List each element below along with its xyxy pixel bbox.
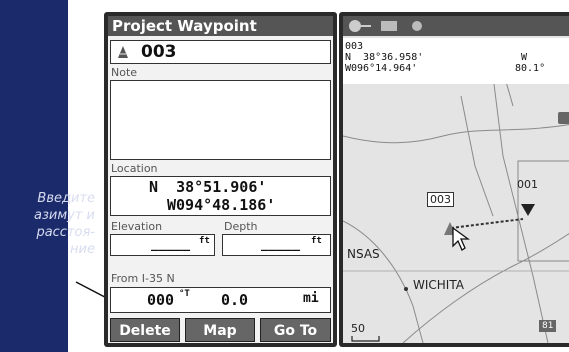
location-field[interactable]: N 38°51.906' W094°48.186' [110, 176, 331, 216]
arrow-cursor-icon [452, 226, 470, 251]
elevation-value: _____ [151, 237, 191, 252]
delete-button[interactable]: Delete [110, 318, 180, 342]
highway-shield-label: 81 [539, 320, 557, 332]
map-screen[interactable]: 003 N 38°36.958' W096°14.964' W 80.1° 00… [343, 16, 569, 343]
gps-device-right: 003 N 38°36.958' W096°14.964' W 80.1° 00… [339, 12, 569, 347]
scale-bar-icon [351, 336, 380, 342]
depth-value: _____ [261, 237, 301, 252]
map-waypoint-name: 003 [345, 41, 364, 52]
map-direction: W [521, 52, 528, 63]
map-coordinate-readout: 003 N 38°36.958' W096°14.964' W 80.1° [343, 38, 569, 84]
elevation-unit: ft [199, 236, 210, 246]
elevation-field[interactable]: _____ ft [110, 234, 215, 256]
page-title: Project Waypoint [108, 16, 333, 36]
point-flag-icon [521, 204, 535, 216]
map-latitude: N 38°36.958' [345, 52, 424, 63]
distance-value: 0.0 [221, 291, 249, 309]
callout-line-3: расстоя- [36, 225, 95, 240]
map-scale: 50 [351, 322, 381, 343]
waypoint-name: 003 [141, 42, 177, 62]
highway-shield-top-icon [558, 112, 569, 124]
location-label: Location [111, 162, 158, 175]
from-label: From I-35 N [111, 272, 175, 285]
waypoint-map-label[interactable]: 003 [427, 192, 454, 207]
callout-text: Введите азимут и расстоя- ние [0, 190, 95, 258]
map-status-bar [343, 16, 569, 36]
depth-unit: ft [311, 236, 322, 246]
map-button[interactable]: Map [185, 318, 255, 342]
latitude-value: N 38°51.906' [149, 178, 267, 196]
map-bearing: 80.1° [515, 63, 546, 74]
callout-line-1: Введите [37, 191, 95, 206]
map-longitude: W096°14.964' [345, 63, 418, 74]
depth-label: Depth [224, 220, 258, 233]
depth-field[interactable]: _____ ft [222, 234, 331, 256]
callout-line-2: азимут и [34, 208, 95, 223]
signal-icon [412, 21, 422, 31]
note-field[interactable] [110, 80, 331, 160]
gps-status-icon [349, 20, 371, 32]
goto-button[interactable]: Go To [260, 318, 331, 342]
project-waypoint-screen: Project Waypoint 003 Note Location N 38°… [108, 16, 333, 343]
state-map-label: NSAS [347, 247, 380, 261]
city-dot-icon [404, 287, 408, 291]
map-scale-value: 50 [351, 322, 365, 335]
gps-device-left: Project Waypoint 003 Note Location N 38°… [104, 12, 337, 347]
waypoint-name-field[interactable]: 003 [110, 40, 331, 64]
point-map-label: 001 [517, 178, 538, 191]
note-label: Note [111, 66, 138, 79]
bearing-unit: °T [179, 289, 190, 299]
longitude-value: W094°48.186' [167, 196, 276, 214]
bearing-distance-field[interactable]: 000 °T 0.0 mi [110, 287, 331, 313]
satellite-icon [381, 21, 397, 31]
waypoint-symbol-icon[interactable] [115, 44, 131, 60]
city-map-label: WICHITA [413, 278, 464, 292]
distance-unit: mi [303, 291, 319, 306]
bearing-value: 000 [147, 291, 175, 309]
callout-line-4: ние [70, 242, 95, 257]
elevation-label: Elevation [111, 220, 163, 233]
